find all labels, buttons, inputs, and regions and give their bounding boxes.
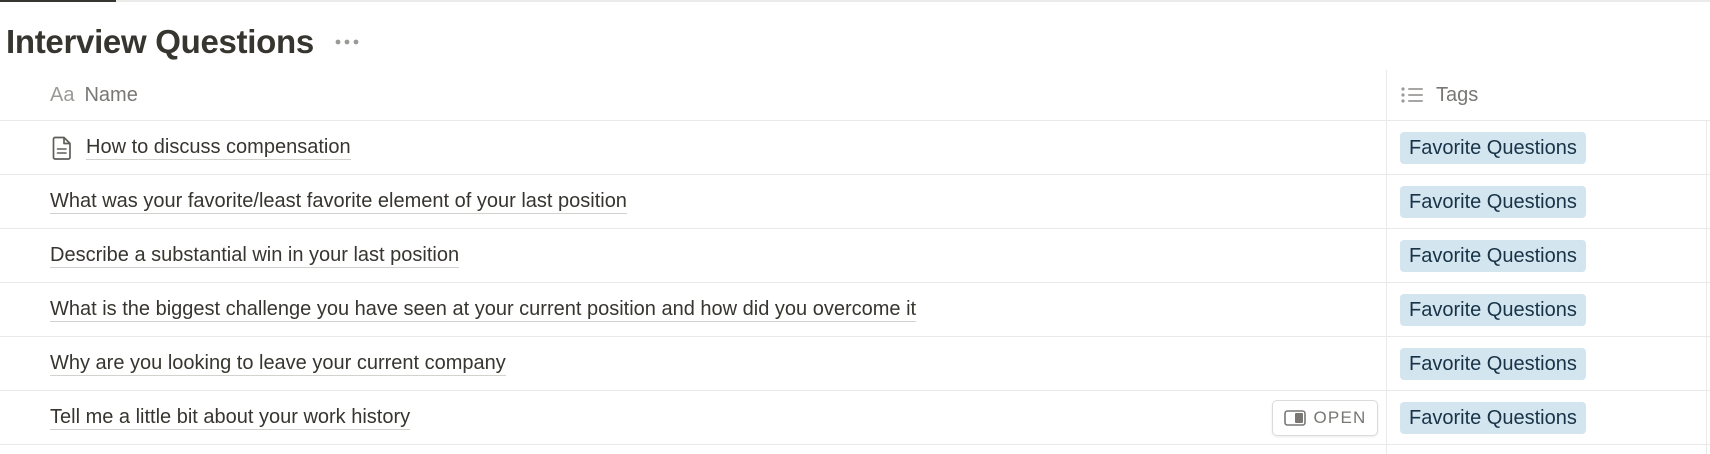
tags-cell[interactable]: Favorite Questions: [1400, 337, 1586, 390]
tag-pill: Favorite Questions: [1400, 293, 1586, 326]
tag-pill: Favorite Questions: [1400, 239, 1586, 272]
column-header-tags[interactable]: Tags: [1400, 70, 1478, 120]
row-title[interactable]: What was your favorite/least favorite el…: [50, 189, 627, 214]
tag-pill: Favorite Questions: [1400, 185, 1586, 218]
text-property-icon: Aa: [50, 83, 75, 106]
row-title[interactable]: How to discuss compensation: [86, 135, 351, 160]
table-row[interactable]: Describe a substantial win in your last …: [0, 229, 1710, 283]
column-header-label: Tags: [1436, 83, 1479, 106]
name-cell: How to discuss compensation: [50, 121, 351, 174]
name-cell: Why are you looking to leave your curren…: [50, 337, 506, 390]
name-cell: What was your favorite/least favorite el…: [50, 175, 627, 228]
document-icon: [50, 135, 74, 161]
tags-cell[interactable]: Favorite Questions: [1400, 229, 1586, 282]
database-table: Aa Name Tags How to discuss compensation…: [0, 70, 1710, 454]
tags-cell[interactable]: Favorite Questions: [1400, 175, 1586, 228]
row-title[interactable]: Describe a substantial win in your last …: [50, 243, 460, 268]
row-title[interactable]: Why are you looking to leave your curren…: [50, 351, 506, 376]
ellipsis-icon[interactable]: [334, 29, 360, 55]
table-header: Aa Name Tags: [0, 70, 1710, 121]
column-header-name[interactable]: Aa Name: [50, 70, 138, 120]
side-peek-icon: [1283, 410, 1306, 426]
open-page-button[interactable]: OPEN: [1272, 400, 1378, 436]
row-title[interactable]: Tell me a little bit about your work his…: [50, 405, 411, 430]
tag-pill: Favorite Questions: [1400, 347, 1586, 380]
table-row[interactable]: Why are you looking to leave your curren…: [0, 337, 1710, 391]
name-cell: What is the biggest challenge you have s…: [50, 283, 917, 336]
title-row: Interview Questions: [6, 18, 360, 66]
table-row[interactable]: What is the biggest challenge you have s…: [0, 283, 1710, 337]
tags-cell[interactable]: Favorite Questions: [1400, 391, 1586, 444]
page-title: Interview Questions: [6, 23, 314, 60]
name-cell: Tell me a little bit about your work his…: [50, 391, 411, 444]
row-title[interactable]: What is the biggest challenge you have s…: [50, 297, 917, 322]
table-row[interactable]: How to discuss compensation Favorite Que…: [0, 121, 1710, 175]
active-view-indicator: [0, 0, 116, 2]
tags-cell[interactable]: Favorite Questions: [1400, 283, 1586, 336]
tags-cell[interactable]: Favorite Questions: [1400, 121, 1586, 174]
table-row[interactable]: Tell me a little bit about your work his…: [0, 391, 1710, 445]
open-button-label: OPEN: [1313, 408, 1367, 427]
tag-pill: Favorite Questions: [1400, 131, 1586, 164]
list-icon: [1401, 87, 1423, 103]
table-row[interactable]: What was your favorite/least favorite el…: [0, 175, 1710, 229]
column-header-label: Name: [84, 83, 138, 106]
top-divider: [0, 0, 1710, 2]
name-cell: Describe a substantial win in your last …: [50, 229, 460, 282]
tag-pill: Favorite Questions: [1400, 401, 1586, 434]
